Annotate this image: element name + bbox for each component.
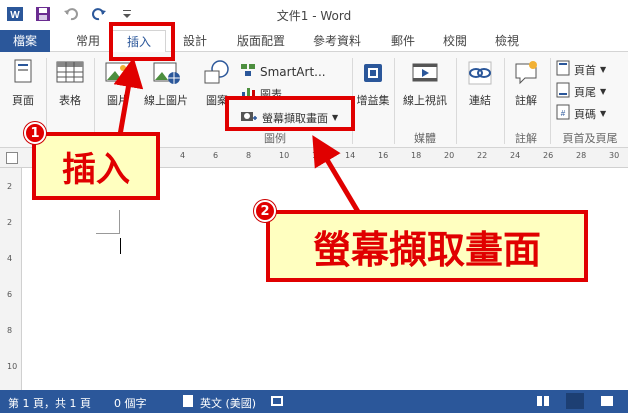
addins-button[interactable]: 增益集 <box>356 58 390 108</box>
svg-text:#: # <box>561 109 566 118</box>
table-button[interactable]: 表格 <box>50 58 90 108</box>
ruler-mark: 4 <box>7 254 13 263</box>
tab-design[interactable]: 設計 <box>172 30 218 52</box>
screenshot-highlight <box>225 96 355 131</box>
link-icon <box>465 58 495 88</box>
footer-icon <box>556 82 570 101</box>
ruler-mark: 2 <box>7 218 13 227</box>
insert-tab-highlight <box>109 22 175 61</box>
text-cursor <box>120 238 121 254</box>
ribbon-divider <box>394 58 395 144</box>
smartart-label: SmartArt... <box>260 64 326 79</box>
tab-review[interactable]: 校閱 <box>432 30 478 52</box>
ruler-mark: 18 <box>411 151 422 160</box>
picture-label: 圖片 <box>107 94 129 107</box>
window-title: 文件1 - Word <box>276 9 352 23</box>
ruler-mark: 14 <box>345 151 356 160</box>
smartart-icon <box>240 62 256 81</box>
tab-view[interactable]: 檢視 <box>484 30 530 52</box>
ribbon-divider <box>504 58 505 144</box>
macro-icon[interactable] <box>270 394 284 411</box>
header-icon <box>556 60 570 79</box>
web-layout-icon[interactable] <box>600 394 614 411</box>
ruler-mark: 10 <box>7 362 18 371</box>
online-picture-button[interactable]: 線上圖片 <box>140 58 192 108</box>
shapes-icon <box>202 58 232 88</box>
link-label: 連結 <box>469 94 491 107</box>
video-icon <box>410 58 440 88</box>
ribbon-tabs: 檔案 常用 插入 設計 版面配置 參考資料 郵件 校閱 檢視 <box>0 30 628 53</box>
page-icon <box>8 58 38 88</box>
table-icon <box>55 58 85 88</box>
online-video-label: 線上視訊 <box>403 94 447 107</box>
vertical-ruler[interactable]: 2 2 4 6 8 10 <box>0 168 22 390</box>
footer-label: 頁尾 <box>574 85 596 99</box>
comment-button[interactable]: 註解 <box>508 58 544 108</box>
page-label: 頁面 <box>12 94 34 107</box>
word-count[interactable]: 0 個字 <box>114 395 147 411</box>
step-1-badge: 1 <box>24 122 46 144</box>
store-icon <box>358 58 388 88</box>
group-label-illustrations: 圖例 <box>264 132 286 145</box>
link-button[interactable]: 連結 <box>460 58 500 108</box>
ruler-mark: 24 <box>510 151 521 160</box>
group-label-header-footer: 頁首及頁尾 <box>562 132 618 145</box>
ruler-mark: 10 <box>279 151 290 160</box>
comment-icon <box>511 58 541 88</box>
page-count[interactable]: 第 1 頁，共 1 頁 <box>8 395 91 411</box>
ribbon-divider <box>456 58 457 144</box>
chevron-down-icon: ▼ <box>600 87 607 96</box>
callout-screenshot: 螢幕擷取畫面 <box>266 210 588 282</box>
title-bar: W 文件1 - Word <box>0 0 628 30</box>
online-picture-icon <box>151 58 181 88</box>
page-button[interactable]: 頁面 <box>6 58 40 108</box>
group-label-comments: 註解 <box>515 132 537 145</box>
tab-home[interactable]: 常用 <box>64 30 112 52</box>
online-picture-label: 線上圖片 <box>144 94 188 107</box>
page-number-label: 頁碼 <box>574 107 596 121</box>
addins-label: 增益集 <box>356 94 390 107</box>
step-2-badge: 2 <box>254 200 276 222</box>
online-video-button[interactable]: 線上視訊 <box>398 58 452 108</box>
smartart-button[interactable]: SmartArt... <box>240 62 326 81</box>
tab-mailings[interactable]: 郵件 <box>380 30 426 52</box>
comment-label: 註解 <box>515 94 537 107</box>
ruler-mark: 2 <box>7 182 13 191</box>
chevron-down-icon: ▼ <box>600 109 607 118</box>
ruler-mark: 6 <box>7 290 13 299</box>
tab-layout[interactable]: 版面配置 <box>228 30 294 52</box>
spelling-icon[interactable] <box>183 395 193 410</box>
footer-button[interactable]: 頁尾 ▼ <box>556 82 606 101</box>
group-label-media: 媒體 <box>414 132 436 145</box>
ruler-mark: 8 <box>7 326 13 335</box>
ruler-mark: 16 <box>378 151 389 160</box>
tab-references[interactable]: 參考資料 <box>304 30 370 52</box>
ruler-mark: 30 <box>609 151 620 160</box>
status-bar: 第 1 頁，共 1 頁 0 個字 英文 (美國) <box>0 390 628 413</box>
header-label: 頁首 <box>574 63 596 77</box>
margin-marker <box>96 210 120 234</box>
chevron-down-icon: ▼ <box>600 65 607 74</box>
tab-file[interactable]: 檔案 <box>0 30 50 52</box>
ruler-mark: 26 <box>543 151 554 160</box>
print-layout-icon[interactable] <box>566 393 584 409</box>
tab-selector[interactable] <box>6 152 18 164</box>
ruler-mark: 28 <box>576 151 587 160</box>
callout-insert: 插入 <box>32 132 160 200</box>
ribbon-divider <box>550 58 551 144</box>
page-number-icon: # <box>556 104 570 123</box>
picture-button[interactable]: 圖片 <box>100 58 136 108</box>
ruler-mark: 20 <box>444 151 455 160</box>
header-button[interactable]: 頁首 ▼ <box>556 60 606 79</box>
ruler-mark: 22 <box>477 151 488 160</box>
table-label: 表格 <box>59 94 81 107</box>
ruler-mark: 8 <box>246 151 252 160</box>
ruler-mark: 4 <box>180 151 186 160</box>
ruler-mark: 12 <box>312 151 323 160</box>
ruler-mark: 6 <box>213 151 219 160</box>
read-mode-icon[interactable] <box>536 394 550 411</box>
page-number-button[interactable]: # 頁碼 ▼ <box>556 104 606 123</box>
language[interactable]: 英文 (美國) <box>200 395 256 411</box>
picture-icon <box>103 58 133 88</box>
